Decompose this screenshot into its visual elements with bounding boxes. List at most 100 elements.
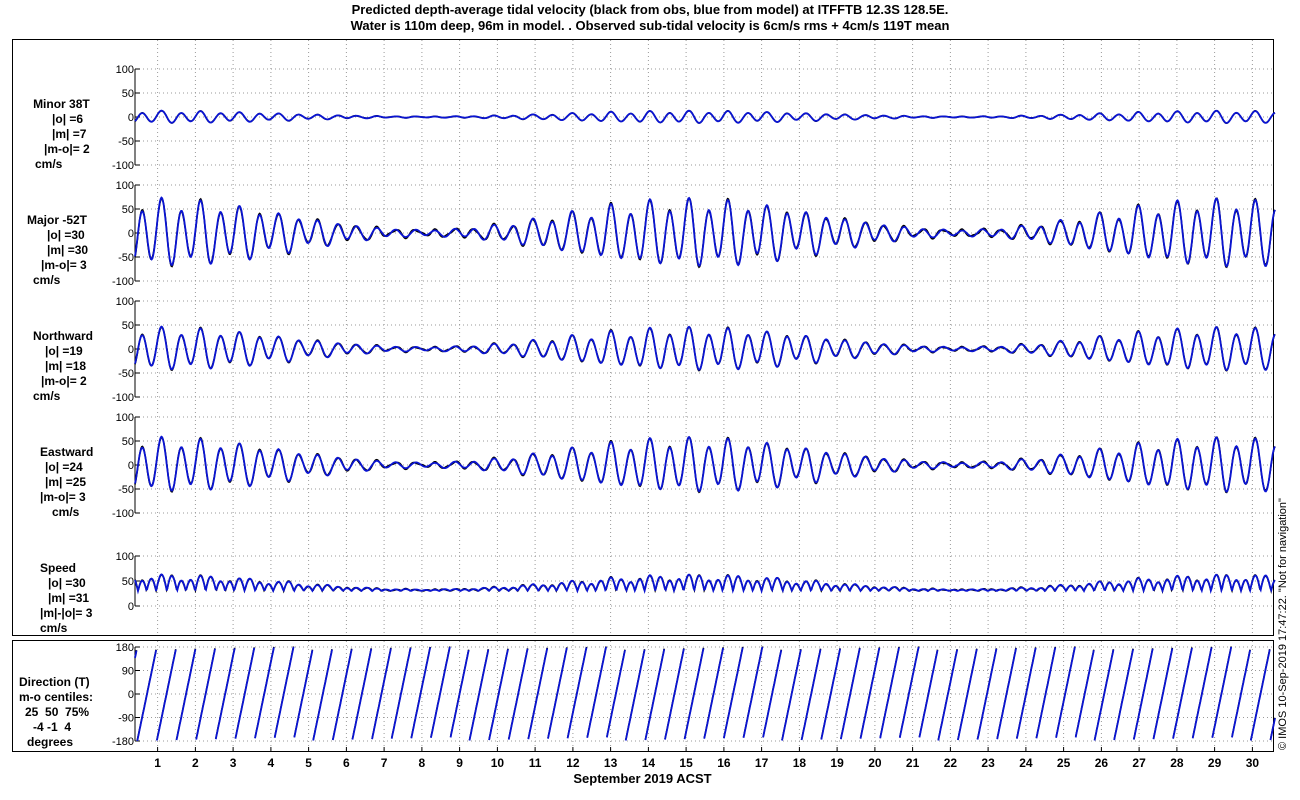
north-panel-label: Northward |o| =19 |m| =18 |m-o|= 2 cm/s [33,314,93,419]
minor-ytick-label: 50 [122,88,134,100]
speed-ytick-label: 50 [122,576,134,588]
east-ytick-label: 100 [116,412,134,424]
major-label-diff: |m-o|= 3 [41,258,87,272]
x-tick-label: 21 [906,756,920,770]
x-tick-label: 5 [305,756,312,770]
minor-model-series [134,109,1276,124]
x-tick-label: 29 [1208,756,1222,770]
x-tick-label: 18 [793,756,807,770]
direction-panel-label: Direction (T) m-o centiles: 25 50 75% -4 -1… [19,660,93,765]
x-tick-label: 12 [566,756,580,770]
north-label-obs: |o| =19 [45,344,83,358]
direction-ytick-label: 180 [116,642,134,654]
north-label-units: cm/s [33,389,61,403]
major-ytick-label: 100 [116,180,134,192]
x-tick-label: 26 [1095,756,1109,770]
credit-text: © IMOS 10-Sep-2019 17:47:22. "Not for na… [1277,498,1289,750]
east-ytick-label: 0 [128,460,134,472]
east-label-model: |m| =25 [45,475,87,489]
x-tick-label: 4 [268,756,275,770]
direction-ytick-label: 90 [122,666,134,678]
minor-label-units: cm/s [35,157,63,171]
east-panel-label: Eastward |o| =24 |m| =25 |m-o|= 3 cm/s [40,430,93,535]
x-tick-label: 13 [604,756,618,770]
major-model-series [134,196,1276,268]
x-tick-label: 25 [1057,756,1071,770]
north-model-series [134,325,1276,372]
north-label-model: |m| =18 [45,359,87,373]
major-panel-label: Major -52T |o| =30 |m| =30 |m-o|= 3 cm/s [27,198,88,303]
major-ytick-label: -50 [118,252,134,264]
minor-ytick-label: -50 [118,136,134,148]
minor-label-diff: |m-o|= 2 [44,142,90,156]
direction-ytick-label: 0 [128,689,134,701]
north-ytick-label: 100 [116,296,134,308]
direction-label-units: degrees [27,735,74,749]
speed-ytick-label: 0 [128,601,134,613]
north-ytick-label: 0 [128,344,134,356]
x-tick-label: 6 [343,756,350,770]
x-tick-label: 22 [944,756,958,770]
minor-ytick-label: -100 [112,160,134,172]
north-label-diff: |m-o|= 2 [41,374,87,388]
speed-label-obs: |o| =30 [48,576,86,590]
minor-label-obs: |o| =6 [52,112,84,126]
x-tick-label: 7 [381,756,388,770]
major-label-obs: |o| =30 [47,228,85,242]
minor-ytick-label: 0 [128,112,134,124]
direction-ytick-label: -180 [112,736,134,748]
x-tick-label: 9 [456,756,463,770]
major-label-name: Major -52T [27,213,88,227]
east-ytick-label: -50 [118,484,134,496]
east-label-obs: |o| =24 [45,460,83,474]
direction-model-series [134,646,1276,742]
east-ytick-label: 50 [122,436,134,448]
x-tick-label: 3 [230,756,237,770]
direction-label-percent: 25 50 75% [25,705,90,719]
x-tick-label: 20 [868,756,882,770]
x-tick-label: 8 [419,756,426,770]
x-tick-label: 28 [1170,756,1184,770]
x-tick-label: 2 [192,756,199,770]
east-ytick-label: -100 [112,508,134,520]
north-label-name: Northward [33,329,93,343]
direction-label-centiles: m-o centiles: [19,690,94,704]
x-tick-label: 24 [1019,756,1033,770]
speed-panel-label: Speed |o| =30 |m| =31 |m|-|o|= 3 cm/s [40,546,92,651]
minor-ytick-label: 100 [116,64,134,76]
speed-label-model: |m| =31 [48,591,90,605]
speed-ytick-label: 100 [116,551,134,563]
major-label-units: cm/s [33,273,61,287]
north-ytick-label: 50 [122,320,134,332]
major-ytick-label: -100 [112,276,134,288]
north-ytick-label: -100 [112,392,134,404]
north-ytick-label: -50 [118,368,134,380]
direction-label-values: -4 -1 4 [33,720,72,734]
x-tick-label: 30 [1246,756,1260,770]
speed-label-diff: |m|-|o|= 3 [40,606,93,620]
speed-label-units: cm/s [40,621,68,635]
major-label-model: |m| =30 [47,243,89,257]
x-tick-label: 10 [491,756,505,770]
east-label-name: Eastward [40,445,94,459]
speed-model-series [134,573,1276,595]
direction-ytick-label: -90 [118,713,134,725]
x-tick-label: 14 [642,756,656,770]
east-label-units: cm/s [52,505,80,519]
x-tick-label: 27 [1132,756,1146,770]
minor-label-name: Minor 38T [33,97,90,111]
tidal-velocity-plot: 1 2 3 4 5 6 7 8 9 10 11 12 13 14 15 16 17 18 19 20 21 22 23 24 2… [12,39,1276,770]
speed-label-name: Speed [40,561,77,575]
direction-label-name: Direction (T) [19,675,90,689]
x-tick-label: 16 [717,756,731,770]
major-ytick-label: 0 [128,228,134,240]
x-tick-label: 15 [679,756,693,770]
east-label-diff: |m-o|= 3 [40,490,86,504]
major-ytick-label: 50 [122,204,134,216]
x-tick-label: 1 [154,756,161,770]
x-tick-label: 23 [981,756,995,770]
x-tick-label: 17 [755,756,769,770]
east-model-series [134,435,1276,493]
upper-frame [12,39,1274,636]
minor-panel-label: Minor 38T |o| =6 |m| =7 |m-o|= 2 cm/s [27,82,90,187]
